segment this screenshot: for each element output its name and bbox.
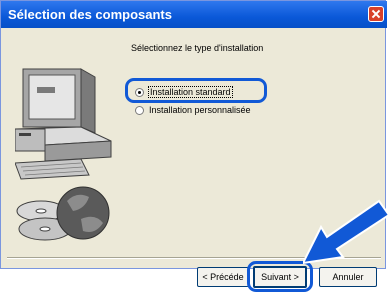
title-bar: Sélection des composants — [1, 1, 387, 28]
close-button[interactable] — [368, 6, 384, 22]
install-type-heading: Sélectionnez le type d'installation — [131, 43, 264, 53]
window-title: Sélection des composants — [8, 7, 172, 22]
installer-dialog: Sélection des composants Sélectionnez le… — [0, 0, 388, 292]
standard-highlight-outline — [125, 78, 267, 103]
option-custom-label: Installation personnalisée — [149, 105, 251, 115]
back-button[interactable]: < Précéde — [197, 267, 249, 287]
cancel-button[interactable]: Annuler — [319, 267, 377, 287]
pointer-arrow-icon — [303, 199, 388, 265]
globe-icon — [56, 186, 110, 240]
computer-illustration — [15, 68, 112, 241]
radio-custom[interactable] — [135, 105, 144, 115]
option-custom[interactable]: Installation personnalisée — [135, 105, 251, 115]
